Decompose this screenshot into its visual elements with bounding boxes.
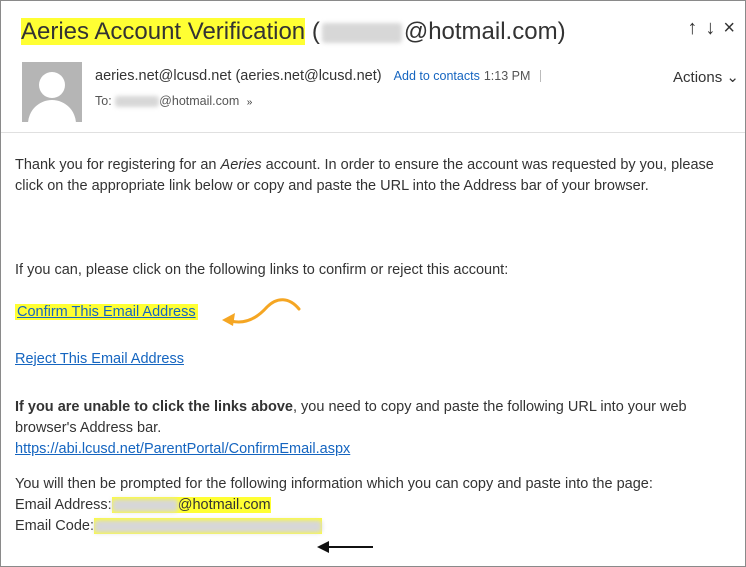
email-subject: Aeries Account Verification (@hotmail.co… xyxy=(21,18,566,45)
redacted-recipient xyxy=(115,96,160,108)
fallback-bold: If you are unable to click the links abo… xyxy=(15,399,293,415)
flag-icon[interactable] xyxy=(540,70,551,83)
email-address-row: Email Address: @hotmail.com xyxy=(15,497,271,513)
chevron-down-icon: ⌄ xyxy=(726,69,739,86)
add-to-contacts-link[interactable]: Add to contacts xyxy=(394,69,480,83)
recipient-domain: @hotmail.com xyxy=(159,94,240,108)
message-time: 1:13 PM xyxy=(483,69,531,83)
email-code-row: Email Code: xyxy=(15,518,322,534)
email-reading-pane: Aeries Account Verification (@hotmail.co… xyxy=(0,0,746,567)
fallback-paragraph: If you are unable to click the links abo… xyxy=(15,399,687,457)
avatar-head xyxy=(39,72,65,98)
instruction-paragraph: If you can, please click on the followin… xyxy=(15,262,509,278)
brand-name: Aeries xyxy=(220,157,262,173)
sender-address: (aeries.net@lcusd.net) xyxy=(235,68,382,84)
confirm-url-link[interactable]: https://abi.lcusd.net/ParentPortal/Confi… xyxy=(15,441,350,457)
email-address-highlight: @hotmail.com xyxy=(111,497,271,513)
sender-avatar xyxy=(22,62,82,122)
sender-name[interactable]: aeries.net@lcusd.net xyxy=(95,68,231,84)
next-message-icon[interactable]: ↓ xyxy=(705,17,715,39)
header-divider xyxy=(1,132,745,133)
recipient-line: To: @hotmail.com » xyxy=(95,94,253,108)
redacted-email xyxy=(111,498,178,512)
close-icon[interactable]: × xyxy=(723,17,735,39)
message-nav: ↑ ↓ × xyxy=(679,17,735,40)
confirm-highlight: Confirm This Email Address xyxy=(15,304,198,320)
reject-email-link[interactable]: Reject This Email Address xyxy=(15,351,184,367)
prompt-paragraph: You will then be prompted for the follow… xyxy=(15,476,653,534)
arrow-left-icon xyxy=(317,541,373,553)
sender-line: aeries.net@lcusd.net (aeries.net@lcusd.n… xyxy=(95,68,551,84)
expand-recipients-icon[interactable]: » xyxy=(247,97,253,108)
actions-menu-button[interactable]: Actions ⌄ xyxy=(673,68,739,86)
subject-row: Aeries Account Verification (@hotmail.co… xyxy=(15,15,745,49)
confirm-link-row: Confirm This Email Address xyxy=(15,303,198,322)
avatar-body xyxy=(28,100,76,122)
redacted-username xyxy=(321,22,402,43)
reject-link-row: Reject This Email Address xyxy=(15,350,184,369)
curved-arrow-icon xyxy=(222,298,301,326)
intro-paragraph: Thank you for registering for an Aeries … xyxy=(15,157,714,194)
subject-highlight: Aeries Account Verification xyxy=(21,18,306,45)
previous-message-icon[interactable]: ↑ xyxy=(687,17,697,39)
confirm-email-link[interactable]: Confirm This Email Address xyxy=(17,304,196,320)
redacted-email-code xyxy=(93,519,322,533)
email-code-highlight xyxy=(93,518,322,534)
